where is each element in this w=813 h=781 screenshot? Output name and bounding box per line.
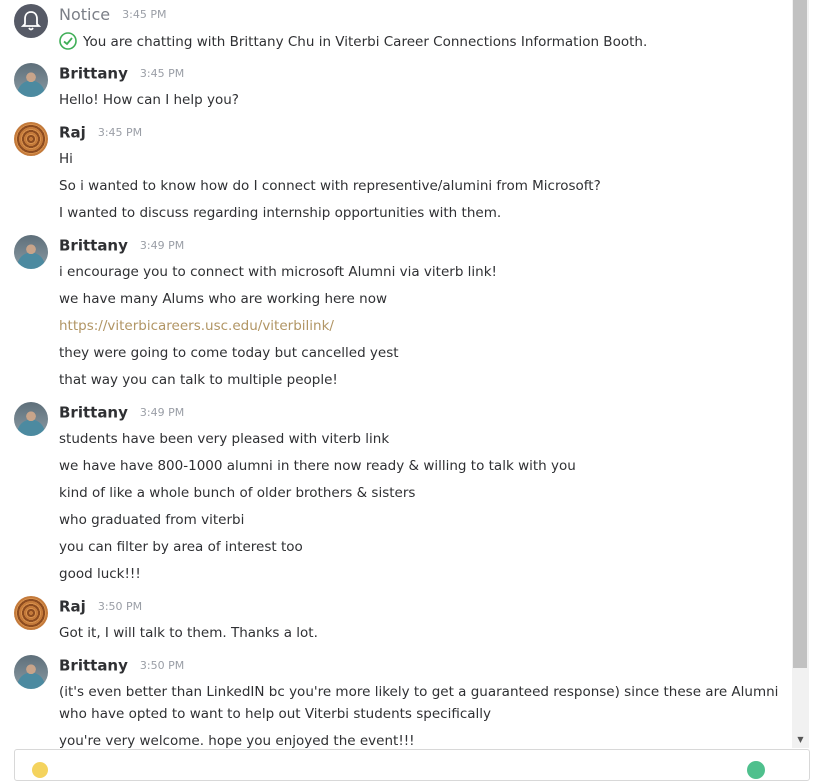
message-text: You are chatting with Brittany Chu in Vi…	[83, 34, 648, 50]
scrollbar-thumb[interactable]	[793, 0, 807, 668]
message-line: So i wanted to know how do I connect wit…	[59, 178, 601, 194]
viterbilink-link[interactable]: https://viterbicareers.usc.edu/viterbili…	[59, 318, 334, 334]
sender-name: Brittany	[59, 64, 128, 83]
sender-name: Raj	[59, 123, 86, 142]
bell-icon	[14, 4, 48, 38]
message-line: (it's even better than LinkedIN bc you'r…	[59, 684, 779, 722]
sender-name: Notice	[59, 5, 111, 24]
avatar	[14, 596, 48, 630]
message-line: we have have 800-1000 alumni in there no…	[59, 458, 576, 474]
message-composer[interactable]	[14, 749, 810, 781]
message-line: we have many Alums who are working here …	[59, 291, 388, 307]
sender-name: Brittany	[59, 236, 128, 255]
sender-name: Brittany	[59, 656, 128, 675]
chat-transcript: Notice 3:45 PM You are chatting with Brit…	[0, 0, 792, 748]
timestamp: 3:50 PM	[97, 600, 143, 613]
message-line: https://viterbicareers.usc.edu/viterbili…	[59, 317, 334, 335]
avatar	[14, 235, 48, 269]
message-line: kind of like a whole bunch of older brot…	[59, 485, 416, 501]
send-icon[interactable]	[747, 761, 765, 779]
check-circle-icon	[59, 32, 77, 55]
chevron-down-icon[interactable]: ▼	[792, 732, 809, 748]
timestamp: 3:45 PM	[122, 8, 167, 21]
message-line: that way you can talk to multiple people…	[59, 372, 338, 388]
timestamp: 3:45 PM	[97, 126, 143, 139]
sender-name: Raj	[59, 597, 86, 616]
message-line: good luck!!!	[59, 566, 141, 582]
message-line: Got it, I will talk to them. Thanks a lo…	[59, 625, 318, 641]
message-line: who graduated from viterbi	[59, 512, 245, 528]
message-line: i encourage you to connect with microsof…	[59, 264, 497, 280]
message-line: students have been very pleased with vit…	[59, 431, 390, 447]
timestamp: 3:49 PM	[139, 406, 185, 419]
emoji-icon[interactable]	[32, 762, 48, 778]
timestamp: 3:50 PM	[139, 659, 185, 672]
avatar	[14, 63, 48, 97]
message-line: You are chatting with Brittany Chu in Vi…	[59, 32, 647, 55]
message-line: I wanted to discuss regarding internship…	[59, 205, 502, 221]
message-line: you're very welcome. hope you enjoyed th…	[59, 733, 415, 748]
chat-scrollbar[interactable]: ▼	[792, 0, 809, 748]
message-line: you can filter by area of interest too	[59, 539, 303, 555]
sender-name: Brittany	[59, 403, 128, 422]
avatar	[14, 655, 48, 689]
avatar	[14, 402, 48, 436]
message-line: Hi	[59, 151, 73, 167]
message-line: they were going to come today but cancel…	[59, 345, 399, 361]
avatar	[14, 122, 48, 156]
message-line: Hello! How can I help you?	[59, 92, 239, 108]
timestamp: 3:45 PM	[139, 67, 185, 80]
timestamp: 3:49 PM	[139, 239, 185, 252]
